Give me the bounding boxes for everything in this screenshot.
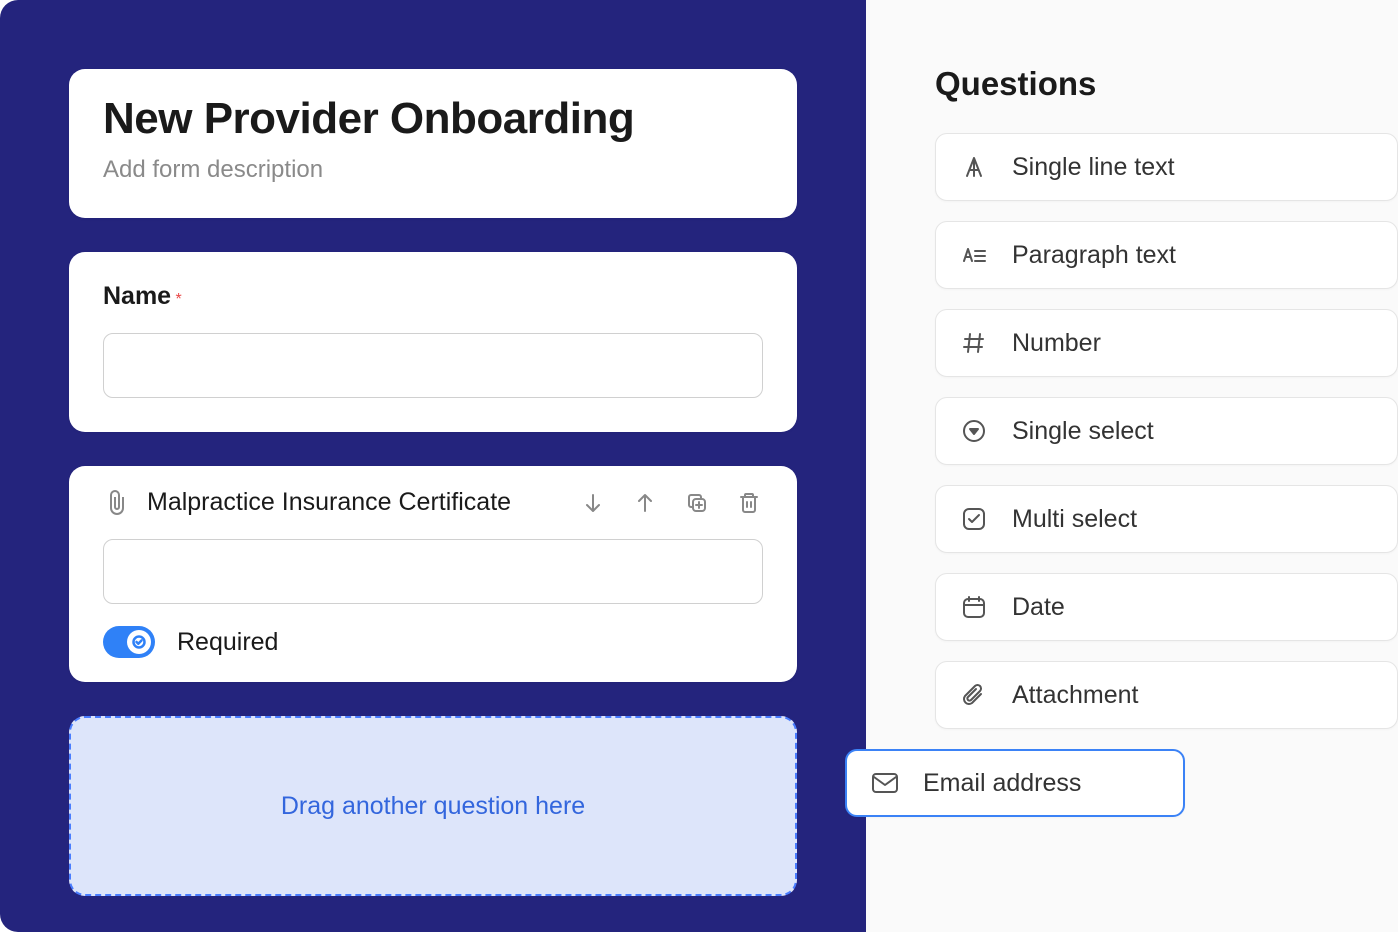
form-builder-canvas: New Provider Onboarding Add form descrip… [0,0,866,932]
qtype-label: Single line text [1012,153,1175,182]
paragraph-icon [960,241,988,269]
attachment-type-icon [960,681,988,709]
form-header-card[interactable]: New Provider Onboarding Add form descrip… [69,69,797,218]
required-indicator: * [176,291,182,308]
form-description-input[interactable]: Add form description [103,156,763,184]
malpractice-input[interactable] [103,539,763,604]
qtype-label: Multi select [1012,505,1137,534]
qtype-label: Paragraph text [1012,241,1176,270]
number-icon [960,329,988,357]
text-icon [960,153,988,181]
malpractice-field-title[interactable]: Malpractice Insurance Certificate [147,488,511,517]
email-icon [871,769,899,797]
single-select-icon [960,417,988,445]
qtype-email-address[interactable]: Email address [845,749,1185,817]
name-field-label: Name [103,282,171,310]
required-toggle-label: Required [177,628,278,657]
qtype-attachment[interactable]: Attachment [935,661,1398,729]
attachment-icon [103,489,131,517]
qtype-label: Single select [1012,417,1154,446]
qtype-number[interactable]: Number [935,309,1398,377]
qtype-label: Number [1012,329,1101,358]
question-types-panel: Questions Single line text Paragraph tex… [866,0,1398,932]
name-input[interactable] [103,333,763,398]
move-down-button[interactable] [579,489,607,517]
qtype-label: Attachment [1012,681,1138,710]
name-field-card[interactable]: Name * [69,252,797,432]
qtype-single-line-text[interactable]: Single line text [935,133,1398,201]
date-icon [960,593,988,621]
qtype-date[interactable]: Date [935,573,1398,641]
drop-zone-text: Drag another question here [281,792,585,821]
drop-zone[interactable]: Drag another question here [69,716,797,896]
form-title-input[interactable]: New Provider Onboarding [103,94,763,144]
qtype-single-select[interactable]: Single select [935,397,1398,465]
qtype-multi-select[interactable]: Multi select [935,485,1398,553]
required-toggle[interactable] [103,626,155,658]
malpractice-field-card[interactable]: Malpractice Insurance Certificate [69,466,797,682]
qtype-label: Date [1012,593,1065,622]
multi-select-icon [960,505,988,533]
delete-button[interactable] [735,489,763,517]
move-up-button[interactable] [631,489,659,517]
duplicate-button[interactable] [683,489,711,517]
qtype-label: Email address [923,769,1081,798]
questions-panel-title: Questions [935,65,1398,103]
qtype-paragraph-text[interactable]: Paragraph text [935,221,1398,289]
